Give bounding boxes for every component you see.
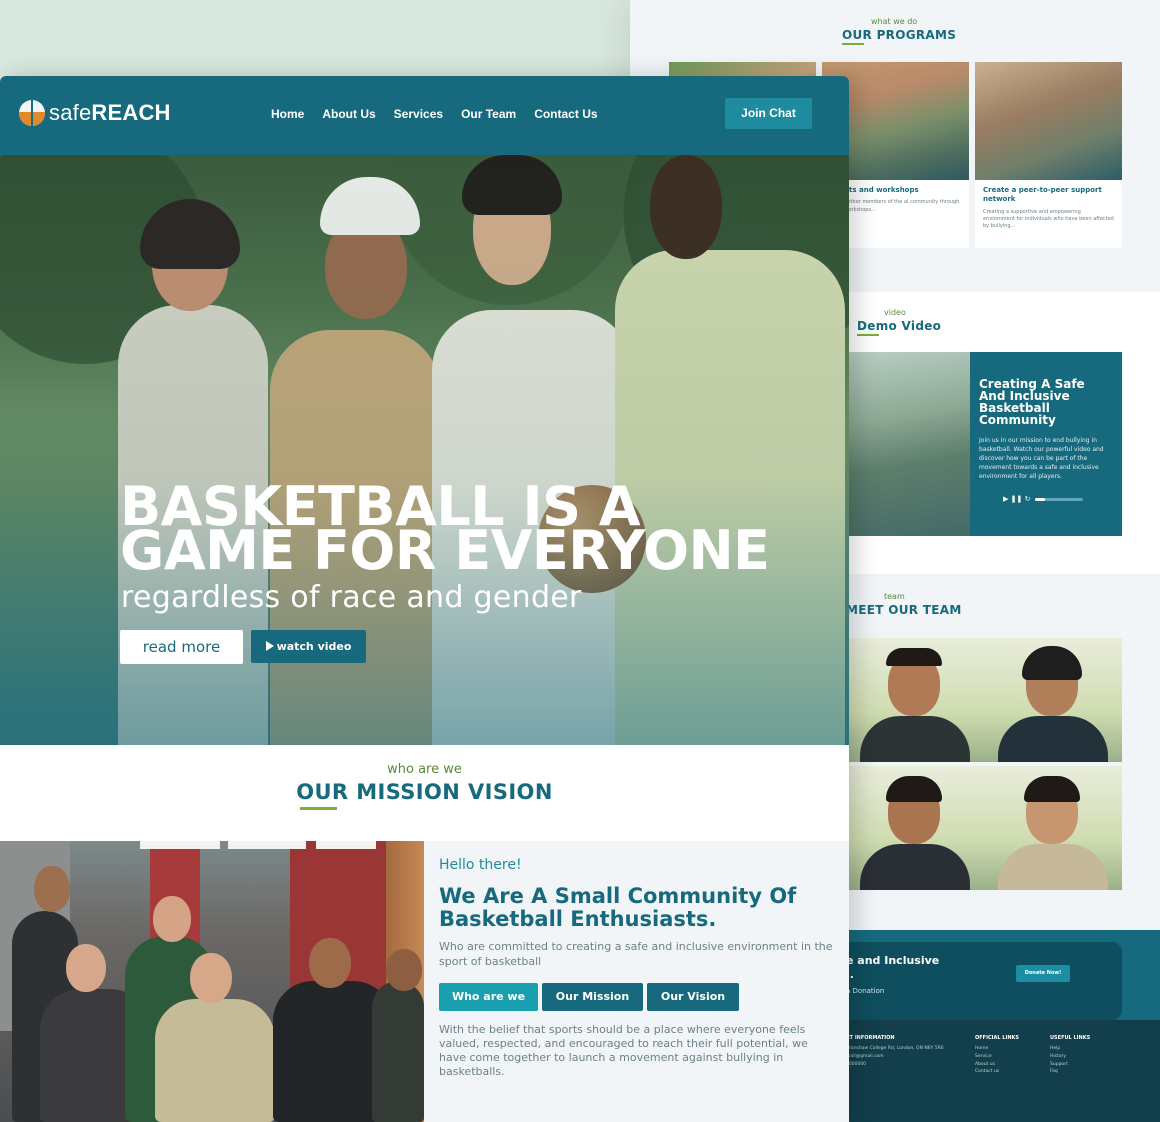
footer-contact-column: CT INFORMATION Branshaw College Rd, Lond… (846, 1034, 944, 1068)
donate-title-line-1: e and Inclusive (846, 954, 940, 967)
logo[interactable]: safeREACH (19, 100, 171, 126)
mission-description: Who are committed to creating a safe and… (439, 940, 833, 968)
nav-home[interactable]: Home (271, 107, 304, 121)
team-member-photo (984, 766, 1122, 890)
demo-video-thumbnail[interactable] (846, 352, 972, 536)
mission-heading: We Are A Small Community Of Basketball E… (439, 884, 797, 931)
background-mint-panel (0, 0, 630, 80)
nav-about-us[interactable]: About Us (322, 107, 375, 121)
main-page: safeREACH Home About Us Services Our Tea… (0, 76, 849, 1122)
donate-title-line-2: l. (846, 967, 854, 981)
footer-official-links: OFFICIAL LINKS Home Service About us Con… (975, 1034, 1019, 1076)
video-underline (857, 334, 879, 336)
video-controls-icons[interactable]: ▶ ❚❚ ↻ (1003, 495, 1030, 503)
mission-section-title: OUR MISSION VISION (296, 780, 553, 804)
footer-contact-address: Branshaw College Rd, London, ON N6Y 5R6 (846, 1045, 944, 1051)
team-member-photo (846, 638, 984, 762)
tab-our-mission[interactable]: Our Mission (542, 982, 643, 1011)
program-description: Creating a supportive and empowering env… (983, 208, 1114, 230)
mission-header: who are we OUR MISSION VISION (0, 745, 849, 841)
video-controls[interactable]: ▶ ❚❚ ↻ (979, 495, 1113, 503)
tab-our-vision[interactable]: Our Vision (647, 982, 739, 1011)
footer-link[interactable]: Support (1050, 1061, 1090, 1069)
hero-title: BASKETBALL IS A GAME FOR EVERYONE (120, 479, 770, 583)
footer-link[interactable]: Faq (1050, 1068, 1090, 1076)
team-section-title: MEET OUR TEAM (846, 603, 962, 617)
donate-button[interactable]: Donate Now! (1016, 965, 1070, 982)
hello-text: Hello there! (439, 857, 522, 873)
donate-banner: e and Inclusive l. a Donation (846, 942, 1122, 1020)
community-group-photo (0, 841, 424, 1122)
footer-link[interactable]: Service (975, 1053, 1019, 1061)
play-icon (265, 641, 274, 651)
footer-contact-phone: 0000000 (846, 1061, 867, 1067)
basketball-logo-icon (19, 100, 45, 126)
mission-title-underline (300, 807, 337, 810)
programs-underline (842, 43, 864, 45)
hero-title-line-2: GAME FOR EVERYONE (120, 519, 770, 583)
watch-video-label: watch video (276, 640, 352, 653)
footer-useful-heading: USEFUL LINKS (1050, 1035, 1091, 1041)
footer-link[interactable]: About us (975, 1061, 1019, 1069)
mission-eyebrow: who are we (387, 762, 462, 777)
demo-video-panel: Creating A Safe And Inclusive Basketball… (970, 352, 1122, 536)
video-panel-title: Creating A Safe And Inclusive Basketball… (979, 377, 1085, 427)
join-chat-button[interactable]: Join Chat (725, 98, 812, 129)
footer-contact-heading: CT INFORMATION (846, 1035, 895, 1041)
tab-who-are-we[interactable]: Who are we (439, 982, 538, 1011)
video-eyebrow: video (884, 308, 906, 317)
footer-link[interactable]: History (1050, 1053, 1090, 1061)
footer-link[interactable]: Contact us (975, 1068, 1019, 1076)
watch-video-button[interactable]: watch video (251, 630, 366, 663)
footer-official-heading: OFFICIAL LINKS (975, 1035, 1019, 1041)
team-eyebrow: team (884, 592, 905, 601)
nav-our-team[interactable]: Our Team (461, 107, 516, 121)
video-progress-bar[interactable] (1035, 497, 1084, 501)
mission-body-text: With the belief that sports should be a … (439, 1022, 808, 1079)
video-section-title: Demo Video (857, 319, 942, 333)
programs-eyebrow: what we do (871, 17, 918, 26)
team-member-photo (846, 766, 984, 890)
video-panel-description: Join us in our mission to end bullying i… (979, 437, 1104, 480)
footer-link[interactable]: Home (975, 1045, 1019, 1053)
footer-useful-links: USEFUL LINKS Help History Support Faq (1050, 1034, 1090, 1076)
program-title: Create a peer-to-peer support network (983, 186, 1102, 204)
program-image (975, 62, 1122, 180)
mission-tabs: Who are we Our Mission Our Vision (439, 982, 834, 1011)
footer-contact-email: mail@gmail.com (846, 1053, 884, 1059)
team-member-photo (984, 638, 1122, 762)
logo-text: safeREACH (49, 100, 171, 125)
read-more-button[interactable]: read more (120, 630, 243, 664)
main-nav: Home About Us Services Our Team Contact … (271, 107, 598, 121)
footer-link[interactable]: Help (1050, 1045, 1090, 1053)
hero-section: BASKETBALL IS A GAME FOR EVERYONE regard… (0, 155, 849, 745)
nav-contact-us[interactable]: Contact Us (534, 107, 597, 121)
navbar: safeREACH Home About Us Services Our Tea… (0, 76, 849, 155)
programs-title: OUR PROGRAMS (842, 28, 957, 42)
hero-subtitle: regardless of race and gender (121, 580, 582, 615)
nav-services[interactable]: Services (394, 107, 443, 121)
program-card[interactable]: Create a peer-to-peer support network Cr… (975, 62, 1122, 248)
mission-content: Hello there! We Are A Small Community Of… (424, 841, 849, 1122)
donate-subtitle: a Donation (846, 986, 885, 995)
